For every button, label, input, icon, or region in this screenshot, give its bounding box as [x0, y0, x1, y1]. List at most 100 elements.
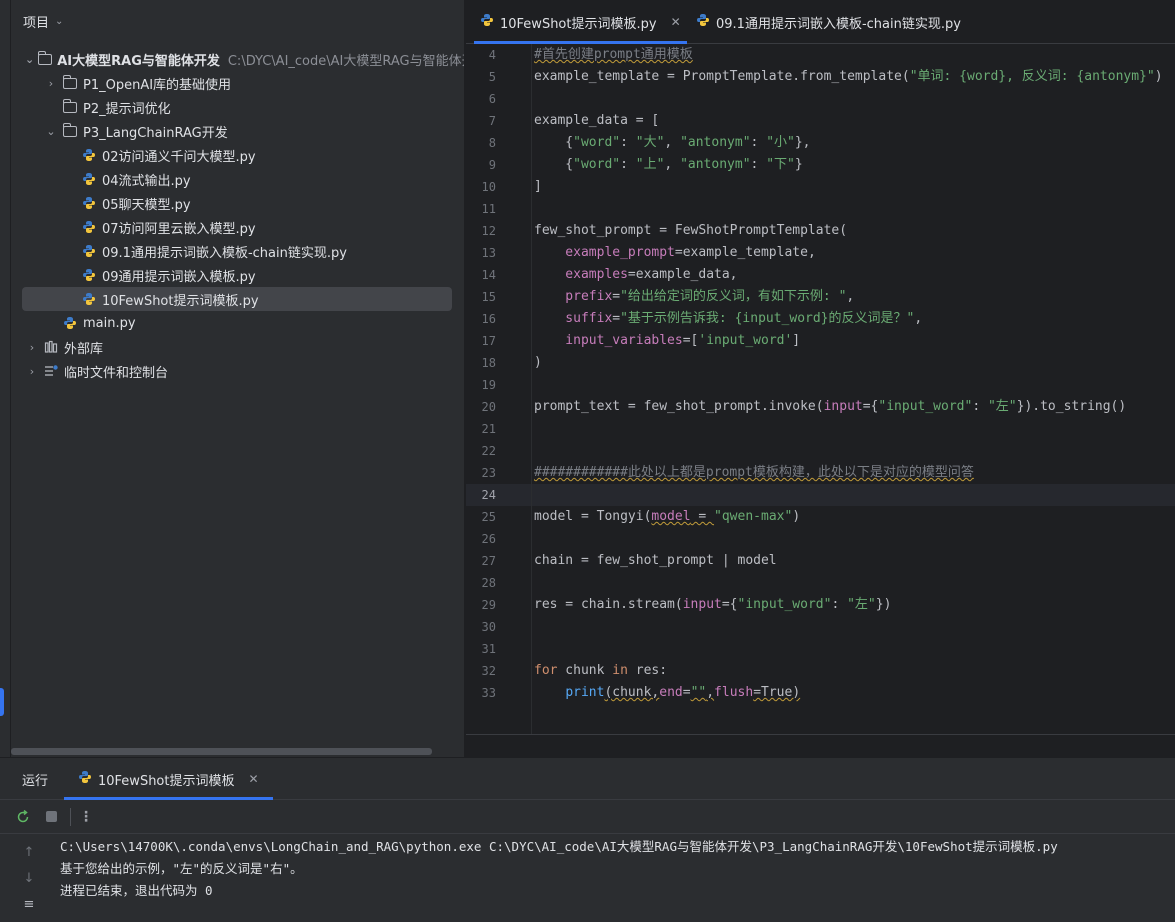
line-number: 23 — [481, 466, 496, 480]
code-line: #首先创建prompt通用模板 — [534, 47, 693, 62]
tree-item-label: 09.1通用提示词嵌入模板-chain链实现.py — [102, 245, 347, 261]
run-panel-title: 运行 — [22, 774, 49, 789]
python-file-icon — [81, 195, 97, 211]
line-number-gutter: 4 5 6 7 8 9 10 11 12 13 14 15 16 17 18 19 20 21 22 23 24 25 26… — [466, 44, 532, 734]
tab-label: 10FewShot提示词模板.py — [500, 16, 657, 32]
tree-item-label: 外部库 — [64, 341, 104, 357]
chevron-right-icon[interactable]: › — [25, 365, 39, 378]
tree-item-file[interactable]: 02访问通义千问大模型.py — [11, 143, 464, 167]
code-line: chain = few_shot_prompt | model — [534, 553, 777, 568]
line-number: 28 — [481, 576, 496, 590]
tree-item-root[interactable]: ⌄ AI大模型RAG与智能体开发 C:\DYC\AI_code\AI大模型RAG… — [11, 47, 464, 71]
tree-item-file-selected[interactable]: 10FewShot提示词模板.py — [22, 287, 452, 311]
tree-item-p1[interactable]: › P1_OpenAI库的基础使用 — [11, 71, 464, 95]
tree-item-label: 10FewShot提示词模板.py — [102, 293, 259, 309]
console-line: 基于您给出的示例，"左"的反义词是"右"。 — [60, 861, 303, 876]
line-number: 32 — [481, 664, 496, 678]
line-number: 30 — [481, 620, 496, 634]
tree-item-p3[interactable]: ⌄ P3_LangChainRAG开发 — [11, 119, 464, 143]
line-number: 31 — [481, 642, 496, 656]
code-line: {"word": "上", "antonym": "下"} — [534, 157, 803, 172]
close-icon[interactable]: ✕ — [671, 15, 681, 29]
python-file-icon — [81, 219, 97, 235]
tree-item-label: 09通用提示词嵌入模板.py — [102, 269, 256, 285]
chevron-down-icon[interactable]: ⌄ — [25, 53, 34, 66]
line-number: 14 — [481, 268, 496, 282]
tree-item-external-libraries[interactable]: › 外部库 — [11, 335, 464, 359]
tree-item-file[interactable]: main.py — [11, 311, 464, 335]
chevron-down-icon: ⌄ — [55, 15, 64, 27]
code-line: example_data = [ — [534, 113, 660, 128]
line-number: 5 — [488, 70, 496, 84]
project-header[interactable]: 项目 ⌄ — [23, 10, 63, 32]
folder-icon — [62, 74, 78, 91]
tree-item-label: P1_OpenAI库的基础使用 — [83, 77, 232, 93]
folder-icon — [62, 98, 78, 115]
tab-label: 09.1通用提示词嵌入模板-chain链实现.py — [716, 16, 961, 32]
chevron-down-icon[interactable]: ⌄ — [44, 125, 58, 138]
line-number: 12 — [481, 224, 496, 238]
tree-item-scratches[interactable]: › 临时文件和控制台 — [11, 359, 464, 383]
python-file-icon — [81, 243, 97, 259]
up-arrow-icon[interactable]: ↑ — [20, 845, 38, 863]
tree-item-file[interactable]: 05聊天模型.py — [11, 191, 464, 215]
tool-window-strip — [0, 0, 11, 757]
tab-09-1-chain[interactable]: 09.1通用提示词嵌入模板-chain链实现.py — [696, 0, 961, 44]
line-number: 33 — [481, 686, 496, 700]
tree-item-file[interactable]: 09通用提示词嵌入模板.py — [11, 263, 464, 287]
tree-item-file[interactable]: 07访问阿里云嵌入模型.py — [11, 215, 464, 239]
line-number: 24 — [481, 488, 496, 502]
python-file-icon — [62, 315, 78, 331]
horizontal-scrollbar[interactable] — [11, 748, 432, 755]
code-line: model = Tongyi(model = "qwen-max") — [534, 509, 801, 524]
line-number: 7 — [488, 114, 496, 128]
stop-icon[interactable] — [40, 806, 62, 828]
line-number: 27 — [481, 554, 496, 568]
code-line: example_template = PromptTemplate.from_t… — [534, 69, 1163, 84]
tree-item-p2[interactable]: P2_提示词优化 — [11, 95, 464, 119]
tree-item-label: 04流式输出.py — [102, 173, 191, 189]
code-line: ) — [534, 355, 542, 370]
line-number: 16 — [481, 312, 496, 326]
python-file-icon — [480, 13, 494, 31]
run-tab[interactable]: 10FewShot提示词模板 ✕ — [64, 758, 273, 800]
tree-item-label: P3_LangChainRAG开发 — [83, 125, 228, 141]
line-number: 10 — [481, 180, 496, 194]
more-icon[interactable]: ⋮ — [75, 806, 97, 828]
tree-item-label: AI大模型RAG与智能体开发 — [57, 53, 220, 69]
tree-item-file[interactable]: 04流式输出.py — [11, 167, 464, 191]
tab-10fewshot[interactable]: 10FewShot提示词模板.py ✕ — [474, 0, 687, 44]
down-arrow-icon[interactable]: ↓ — [20, 871, 38, 889]
run-toolbar: ⋮ — [0, 800, 1175, 834]
tree-item-file[interactable]: 09.1通用提示词嵌入模板-chain链实现.py — [11, 239, 464, 263]
code-line: suffix="基于示例告诉我: {input_word}的反义词是？", — [534, 311, 923, 326]
folder-icon — [62, 122, 78, 139]
code-line: prompt_text = few_shot_prompt.invoke(inp… — [534, 399, 1127, 414]
close-icon[interactable]: ✕ — [248, 772, 258, 786]
console-output[interactable]: C:\Users\14700K\.conda\envs\LongChain_an… — [60, 836, 1170, 902]
code-line: examples=example_data, — [534, 267, 738, 282]
tree-item-label: 02访问通义千问大模型.py — [102, 149, 256, 165]
chevron-right-icon[interactable]: › — [25, 341, 39, 354]
code-line: example_prompt=example_template, — [534, 245, 816, 260]
soft-wrap-icon[interactable]: ≡ — [20, 897, 38, 915]
line-number: 22 — [481, 444, 496, 458]
tree-item-label: P2_提示词优化 — [83, 101, 171, 117]
chevron-right-icon[interactable]: › — [44, 77, 58, 90]
console-line: C:\Users\14700K\.conda\envs\LongChain_an… — [60, 839, 1058, 854]
line-number: 17 — [481, 334, 496, 348]
rerun-icon[interactable] — [12, 806, 34, 828]
code-line: ] — [534, 179, 542, 194]
tree-item-label: 05聊天模型.py — [102, 197, 191, 213]
library-icon — [43, 339, 59, 355]
line-number: 9 — [488, 158, 496, 172]
python-file-icon — [81, 291, 97, 307]
line-number: 13 — [481, 246, 496, 260]
code-line: prefix="给出给定词的反义词，有如下示例: ", — [534, 289, 855, 304]
line-number: 20 — [481, 400, 496, 414]
line-number: 29 — [481, 598, 496, 612]
code-editor[interactable]: 10FewShot提示词模板.py ✕ 09.1通用提示词嵌入模板-chain链… — [466, 0, 1175, 757]
line-number: 4 — [488, 48, 496, 62]
tree-item-label: 临时文件和控制台 — [64, 365, 169, 381]
editor-bottom-bar — [466, 734, 1175, 757]
